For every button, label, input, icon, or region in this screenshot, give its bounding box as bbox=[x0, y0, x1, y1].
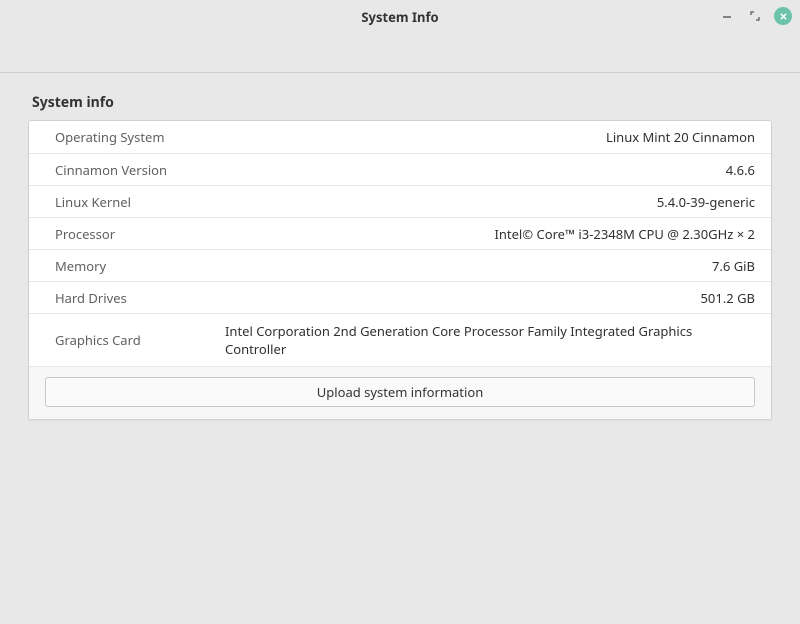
row-memory: Memory 7.6 GiB bbox=[29, 249, 771, 281]
label-operating-system: Operating System bbox=[55, 128, 205, 146]
value-memory: 7.6 GiB bbox=[225, 257, 755, 275]
label-cinnamon-version: Cinnamon Version bbox=[55, 161, 205, 179]
row-hard-drives: Hard Drives 501.2 GB bbox=[29, 281, 771, 313]
label-linux-kernel: Linux Kernel bbox=[55, 193, 205, 211]
row-graphics-card: Graphics Card Intel Corporation 2nd Gene… bbox=[29, 313, 771, 366]
close-button[interactable] bbox=[774, 7, 792, 25]
maximize-button[interactable] bbox=[746, 7, 764, 25]
minimize-button[interactable] bbox=[718, 7, 736, 25]
row-processor: Processor Intel© Core™ i3-2348M CPU @ 2.… bbox=[29, 217, 771, 249]
upload-row: Upload system information bbox=[29, 366, 771, 419]
content-area: System info Operating System Linux Mint … bbox=[0, 73, 800, 440]
system-info-panel: Operating System Linux Mint 20 Cinnamon … bbox=[28, 120, 772, 420]
row-cinnamon-version: Cinnamon Version 4.6.6 bbox=[29, 153, 771, 185]
value-hard-drives: 501.2 GB bbox=[225, 289, 755, 307]
row-linux-kernel: Linux Kernel 5.4.0-39-generic bbox=[29, 185, 771, 217]
label-graphics-card: Graphics Card bbox=[55, 331, 205, 349]
window-controls bbox=[718, 7, 792, 25]
section-heading: System info bbox=[32, 93, 768, 112]
window-title: System Info bbox=[0, 8, 800, 26]
label-hard-drives: Hard Drives bbox=[55, 289, 205, 307]
value-processor: Intel© Core™ i3-2348M CPU @ 2.30GHz × 2 bbox=[225, 225, 755, 243]
minimize-icon bbox=[722, 11, 732, 21]
label-processor: Processor bbox=[55, 225, 205, 243]
value-linux-kernel: 5.4.0-39-generic bbox=[225, 193, 755, 211]
toolbar bbox=[0, 33, 800, 73]
value-cinnamon-version: 4.6.6 bbox=[225, 161, 755, 179]
close-icon bbox=[779, 12, 788, 21]
maximize-icon bbox=[750, 11, 760, 21]
value-graphics-card: Intel Corporation 2nd Generation Core Pr… bbox=[225, 322, 755, 358]
upload-system-information-button[interactable]: Upload system information bbox=[45, 377, 755, 407]
value-operating-system: Linux Mint 20 Cinnamon bbox=[225, 128, 755, 146]
titlebar: System Info bbox=[0, 0, 800, 33]
row-operating-system: Operating System Linux Mint 20 Cinnamon bbox=[29, 121, 771, 153]
label-memory: Memory bbox=[55, 257, 205, 275]
